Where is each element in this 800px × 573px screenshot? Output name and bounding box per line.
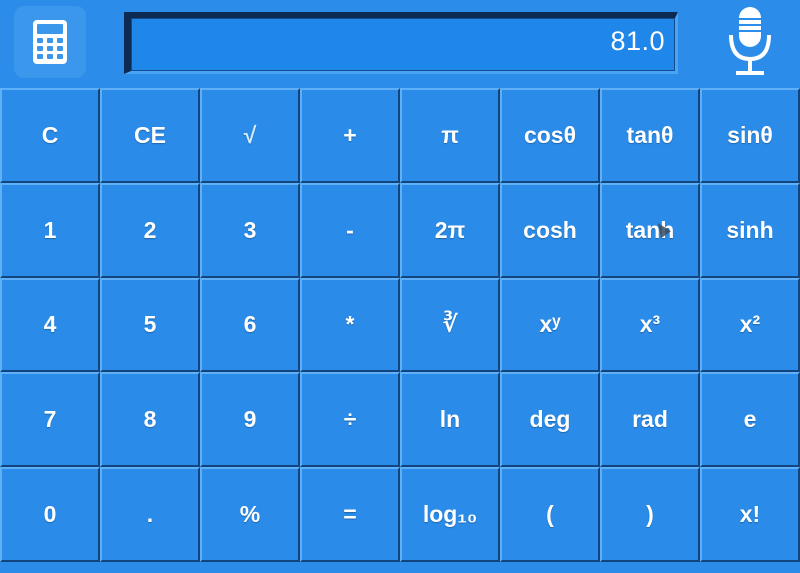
open-paren-button[interactable]: ( — [500, 467, 600, 562]
digit-0-button[interactable]: 0 — [0, 467, 100, 562]
log10-button[interactable]: log₁₀ — [400, 467, 500, 562]
clear-entry-button[interactable]: CE — [100, 88, 200, 183]
calculator-icon[interactable] — [14, 6, 86, 78]
microphone-icon[interactable] — [718, 4, 782, 82]
equals-button[interactable]: = — [300, 467, 400, 562]
clear-button[interactable]: C — [0, 88, 100, 183]
sqrt-button[interactable]: √ — [200, 88, 300, 183]
factorial-button[interactable]: x! — [700, 467, 800, 562]
e-button[interactable]: e — [700, 372, 800, 468]
bottom-strip — [0, 562, 800, 573]
multiply-button[interactable]: * — [300, 277, 400, 373]
digit-1-button[interactable]: 1 — [0, 182, 100, 278]
deg-button[interactable]: deg — [500, 372, 600, 468]
subtract-button[interactable]: - — [300, 182, 400, 278]
square-button[interactable]: x² — [700, 277, 800, 373]
percent-button[interactable]: % — [200, 467, 300, 562]
tan-button[interactable]: tanθ — [600, 88, 700, 183]
power-button[interactable]: xʸ — [500, 277, 600, 373]
digit-2-button[interactable]: 2 — [100, 182, 200, 278]
two-pi-button[interactable]: 2π — [400, 182, 500, 278]
digit-9-button[interactable]: 9 — [200, 372, 300, 468]
tanh-button[interactable]: tanh — [600, 182, 700, 278]
digit-5-button[interactable]: 5 — [100, 277, 200, 373]
cos-button[interactable]: cosθ — [500, 88, 600, 183]
keypad: C CE √ + π cosθ tanθ sinθ 1 2 3 - 2π cos… — [0, 88, 800, 562]
digit-6-button[interactable]: 6 — [200, 277, 300, 373]
result-display: 81.0 — [124, 12, 678, 74]
digit-4-button[interactable]: 4 — [0, 277, 100, 373]
sinh-button[interactable]: sinh — [700, 182, 800, 278]
sin-button[interactable]: sinθ — [700, 88, 800, 183]
calculator-app: 81.0 C CE √ + π cosθ tanθ sinθ 1 2 3 - 2… — [0, 0, 800, 573]
rad-button[interactable]: rad — [600, 372, 700, 468]
digit-7-button[interactable]: 7 — [0, 372, 100, 468]
top-bar: 81.0 — [0, 0, 800, 88]
ln-button[interactable]: ln — [400, 372, 500, 468]
add-button[interactable]: + — [300, 88, 400, 183]
microphone-icon-graphic — [729, 7, 771, 75]
display-value: 81.0 — [610, 26, 665, 56]
digit-3-button[interactable]: 3 — [200, 182, 300, 278]
close-paren-button[interactable]: ) — [600, 467, 700, 562]
divide-button[interactable]: ÷ — [300, 372, 400, 468]
cosh-button[interactable]: cosh — [500, 182, 600, 278]
decimal-button[interactable]: . — [100, 467, 200, 562]
pi-button[interactable]: π — [400, 88, 500, 183]
cube-root-button[interactable]: ∛ — [400, 277, 500, 373]
cube-button[interactable]: x³ — [600, 277, 700, 373]
calculator-icon-graphic — [33, 20, 67, 64]
digit-8-button[interactable]: 8 — [100, 372, 200, 468]
